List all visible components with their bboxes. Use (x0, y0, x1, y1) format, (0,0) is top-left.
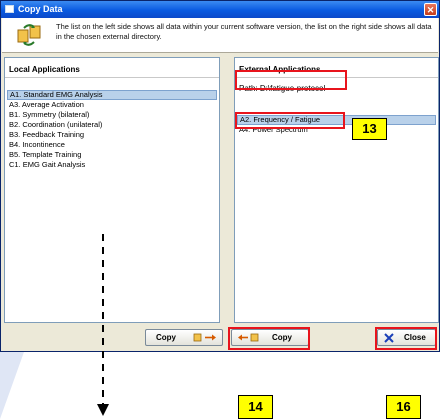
local-applications-panel: Local Applications A1. Standard EMG Anal… (4, 57, 220, 323)
title-bar: Copy Data ✕ (1, 1, 439, 18)
callout-14: 14 (238, 395, 273, 419)
button-bar: Copy Copy Close (2, 324, 438, 351)
list-item[interactable]: B2. Coordination (unilateral) (7, 120, 217, 130)
info-text: The list on the left side shows all data… (56, 22, 432, 41)
window-title: Copy Data (18, 4, 63, 14)
list-item[interactable]: A1. Standard EMG Analysis (7, 90, 217, 100)
dashed-down-arrow-icon (97, 234, 109, 416)
copy-to-external-button[interactable]: Copy (145, 329, 223, 346)
close-icon[interactable]: ✕ (424, 3, 437, 16)
copy-left-label: Copy (156, 333, 176, 342)
local-applications-list: A1. Standard EMG Analysis A3. Average Ac… (7, 90, 217, 170)
callout-13: 13 (352, 118, 387, 140)
external-applications-panel: External Applications Path: D:\fatigue-p… (234, 57, 439, 323)
list-item[interactable]: B3. Feedback Training (7, 130, 217, 140)
copy-data-icon (17, 24, 41, 46)
close-button-highlight (375, 327, 437, 350)
list-item[interactable]: B5. Template Training (7, 150, 217, 160)
copy-button-highlight (228, 327, 310, 350)
info-bar: The list on the left side shows all data… (2, 18, 438, 53)
arrow-right-icon (193, 333, 216, 342)
callout-16: 16 (386, 395, 421, 419)
window-icon (5, 5, 14, 13)
list-item[interactable]: B1. Symmetry (bilateral) (7, 110, 217, 120)
list-item[interactable]: C1. EMG Gait Analysis (7, 160, 217, 170)
list-item[interactable]: B4. Incontinence (7, 140, 217, 150)
local-applications-header: Local Applications (5, 58, 219, 78)
copy-data-dialog: Copy Data ✕ The list on the left side sh… (0, 0, 440, 352)
selected-item-highlight (235, 112, 345, 129)
external-header-highlight (235, 70, 347, 90)
list-item[interactable]: A3. Average Activation (7, 100, 217, 110)
